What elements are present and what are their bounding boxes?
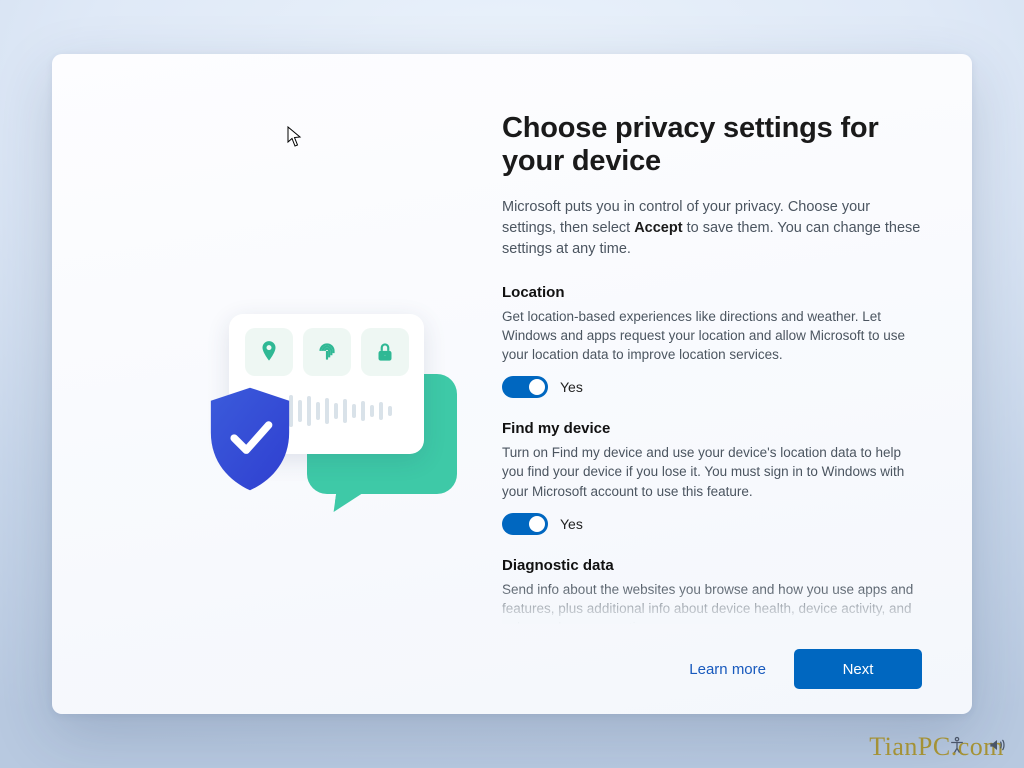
setting-title: Location bbox=[502, 284, 920, 301]
content-column: Choose privacy settings for your device … bbox=[472, 54, 972, 714]
find-my-device-toggle[interactable] bbox=[502, 513, 548, 535]
toggle-label: Yes bbox=[560, 516, 583, 532]
lead-bold: Accept bbox=[634, 220, 682, 236]
accessibility-icon[interactable] bbox=[942, 732, 972, 758]
setting-location: Location Get location-based experiences … bbox=[502, 284, 920, 398]
learn-more-link[interactable]: Learn more bbox=[683, 653, 772, 686]
shield-check-icon bbox=[202, 384, 298, 494]
setting-title: Diagnostic data bbox=[502, 557, 920, 574]
lock-icon bbox=[361, 328, 409, 376]
page-lead: Microsoft puts you in control of your pr… bbox=[502, 197, 924, 260]
toggle-label: Yes bbox=[560, 379, 583, 395]
setting-diagnostic-data: Diagnostic data Send info about the webs… bbox=[502, 557, 920, 624]
setup-dialog: Choose privacy settings for your device … bbox=[52, 54, 972, 714]
setting-title: Find my device bbox=[502, 420, 920, 437]
fingerprint-icon bbox=[303, 328, 351, 376]
illustration-column bbox=[52, 54, 472, 714]
page-title: Choose privacy settings for your device bbox=[502, 112, 924, 179]
location-toggle[interactable] bbox=[502, 376, 548, 398]
dialog-footer: Learn more Next bbox=[502, 624, 924, 714]
volume-icon[interactable] bbox=[982, 732, 1012, 758]
location-pin-icon bbox=[245, 328, 293, 376]
setting-desc: Send info about the websites you browse … bbox=[502, 580, 920, 624]
setting-find-my-device: Find my device Turn on Find my device an… bbox=[502, 420, 920, 534]
next-button[interactable]: Next bbox=[794, 649, 922, 689]
settings-scroll-area[interactable]: Location Get location-based experiences … bbox=[502, 284, 924, 624]
system-tray bbox=[942, 732, 1012, 758]
setting-desc: Get location-based experiences like dire… bbox=[502, 307, 920, 364]
setting-desc: Turn on Find my device and use your devi… bbox=[502, 443, 920, 500]
privacy-illustration bbox=[137, 284, 417, 534]
